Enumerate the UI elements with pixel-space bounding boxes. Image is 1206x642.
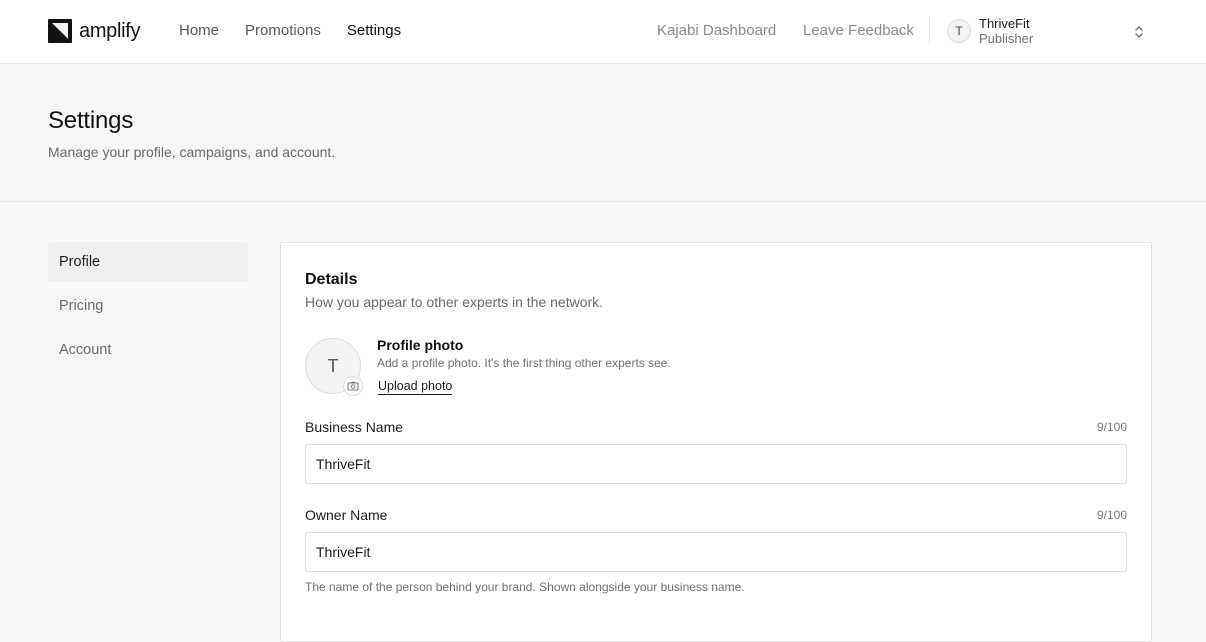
page-subtitle: Manage your profile, campaigns, and acco… [48,144,336,160]
kajabi-dashboard-link[interactable]: Kajabi Dashboard [657,22,776,39]
amplify-logo[interactable]: amplify [48,18,141,44]
business-name-label: Business Name [305,419,404,435]
profile-photo-description: Add a profile photo. It's the first thin… [377,356,671,370]
settings-sidebar: Profile Pricing Account [48,242,248,374]
top-navigation-bar: amplify Home Promotions Settings Kajabi … [0,0,1206,64]
chevron-up-down-icon[interactable] [1132,23,1146,41]
details-subtitle: How you appear to other experts in the n… [305,294,604,310]
business-name-input[interactable] [305,444,1127,484]
sidebar-item-account[interactable]: Account [48,330,248,370]
details-title: Details [305,271,358,288]
camera-icon[interactable] [343,376,363,396]
owner-name-char-count: 9/100 [1096,508,1127,522]
sidebar-item-pricing[interactable]: Pricing [48,286,248,326]
profile-photo-title: Profile photo [377,337,464,353]
user-name[interactable]: ThriveFit [979,16,1030,31]
upload-photo-button[interactable]: Upload photo [378,379,453,395]
owner-name-help-text: The name of the person behind your brand… [305,580,745,594]
owner-name-label: Owner Name [305,507,388,523]
page-title: Settings [48,107,134,134]
main-nav: Home Promotions Settings [179,22,401,39]
brand-name: amplify [79,19,141,42]
nav-settings[interactable]: Settings [347,22,401,39]
nav-home[interactable]: Home [179,22,219,39]
user-avatar[interactable]: T [947,19,971,43]
leave-feedback-link[interactable]: Leave Feedback [803,22,914,39]
user-role: Publisher [979,31,1034,46]
details-card: Details How you appear to other experts … [280,242,1152,642]
sidebar-item-profile[interactable]: Profile [48,242,248,282]
business-name-char-count: 9/100 [1096,420,1127,434]
amplify-logo-icon [48,19,72,43]
nav-promotions[interactable]: Promotions [245,22,321,39]
page-header: Settings Manage your profile, campaigns,… [0,64,1206,202]
topbar-divider [929,18,930,44]
owner-name-input[interactable] [305,532,1127,572]
